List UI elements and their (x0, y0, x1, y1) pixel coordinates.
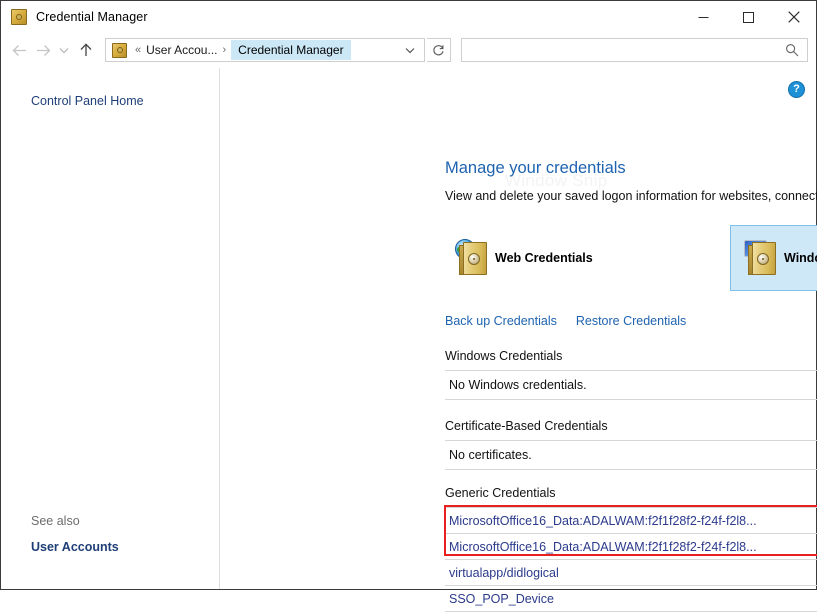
section-title: Certificate-Based Credentials (445, 419, 608, 433)
breadcrumb-parent[interactable]: User Accou... (144, 43, 219, 57)
credential-type-tiles: Web Credentials Windows Credentials (445, 225, 817, 291)
monitor-vault-icon (744, 239, 776, 277)
breadcrumb-current[interactable]: Credential Manager (231, 40, 350, 60)
section-empty-text: No certificates. (445, 441, 817, 470)
section-header: Certificate-Based Credentials Add a cert… (445, 419, 817, 441)
table-row[interactable]: MicrosoftOffice16_Data:ADALWAM:f2f1f28f2… (445, 534, 817, 560)
credential-name[interactable]: virtualapp/didlogical (449, 566, 559, 580)
address-bar: « User Accou... › Credential Manager (1, 33, 816, 67)
breadcrumb-dropdown-icon[interactable] (396, 39, 424, 61)
credential-name[interactable]: MicrosoftOffice16_Data:ADALWAM:f2f1f28f2… (449, 540, 757, 554)
table-row[interactable]: MicrosoftOffice16_Data:ADALWAM:f2f1f28f2… (445, 508, 817, 534)
breadcrumb-separator-icon: › (220, 44, 230, 56)
sidebar-item-control-panel-home[interactable]: Control Panel Home (31, 94, 144, 108)
section-windows-credentials: Windows Credentials Add a Windows creden… (445, 349, 817, 400)
minimize-button[interactable] (681, 1, 726, 33)
section-generic-credentials: Generic Credentials Add a generic creden… (445, 486, 817, 612)
tile-web-credentials[interactable]: Web Credentials (445, 225, 715, 291)
title-bar: Credential Manager (1, 1, 816, 33)
credential-vault-icon (11, 9, 27, 25)
page-subtitle: View and delete your saved logon informa… (445, 189, 817, 203)
tile-web-credentials-label: Web Credentials (495, 251, 593, 265)
page-title: Manage your credentials (445, 159, 626, 178)
search-input[interactable] (470, 42, 785, 58)
section-title: Windows Credentials (445, 349, 562, 363)
window-body: Control Panel Home See also User Account… (1, 67, 816, 589)
credential-name[interactable]: SSO_POP_Device (449, 592, 554, 606)
restore-credentials-link[interactable]: Restore Credentials (576, 314, 686, 328)
up-button[interactable] (73, 37, 99, 63)
globe-vault-icon (455, 239, 487, 277)
breadcrumb-vault-icon (112, 43, 127, 58)
credential-manager-window: Credential Manager « (0, 0, 817, 590)
back-button[interactable] (7, 37, 31, 63)
section-header: Generic Credentials Add a generic creden… (445, 486, 817, 508)
back-up-credentials-link[interactable]: Back up Credentials (445, 314, 557, 328)
sidebar: Control Panel Home See also User Account… (1, 68, 220, 589)
help-icon[interactable]: ? (788, 81, 805, 98)
recent-locations-button[interactable] (55, 37, 73, 63)
sidebar-item-user-accounts[interactable]: User Accounts (31, 540, 119, 554)
window-title: Credential Manager (36, 10, 148, 24)
forward-button[interactable] (31, 37, 55, 63)
refresh-button[interactable] (427, 38, 451, 62)
backup-restore-links: Back up Credentials Restore Credentials (445, 314, 686, 328)
table-row[interactable]: virtualapp/didlogical Modified: 1/6/2022 (445, 560, 817, 586)
tile-windows-credentials-label: Windows Credentials (784, 251, 817, 265)
content-pane: ? Window Snip Manage your credentials Vi… (220, 68, 816, 589)
section-empty-text: No Windows credentials. (445, 371, 817, 400)
breadcrumb-bar[interactable]: « User Accou... › Credential Manager (105, 38, 425, 62)
close-button[interactable] (771, 1, 816, 33)
credential-name[interactable]: MicrosoftOffice16_Data:ADALWAM:f2f1f28f2… (449, 514, 757, 528)
maximize-button[interactable] (726, 1, 771, 33)
section-header: Windows Credentials Add a Windows creden… (445, 349, 817, 371)
search-icon[interactable] (785, 43, 799, 57)
window-controls (681, 1, 816, 33)
see-also-label: See also (31, 514, 80, 528)
tile-windows-credentials[interactable]: Windows Credentials (730, 225, 817, 291)
section-certificate-based-credentials: Certificate-Based Credentials Add a cert… (445, 419, 817, 470)
search-box[interactable] (461, 38, 808, 62)
breadcrumb-overflow-icon[interactable]: « (132, 44, 144, 56)
section-title: Generic Credentials (445, 486, 555, 500)
